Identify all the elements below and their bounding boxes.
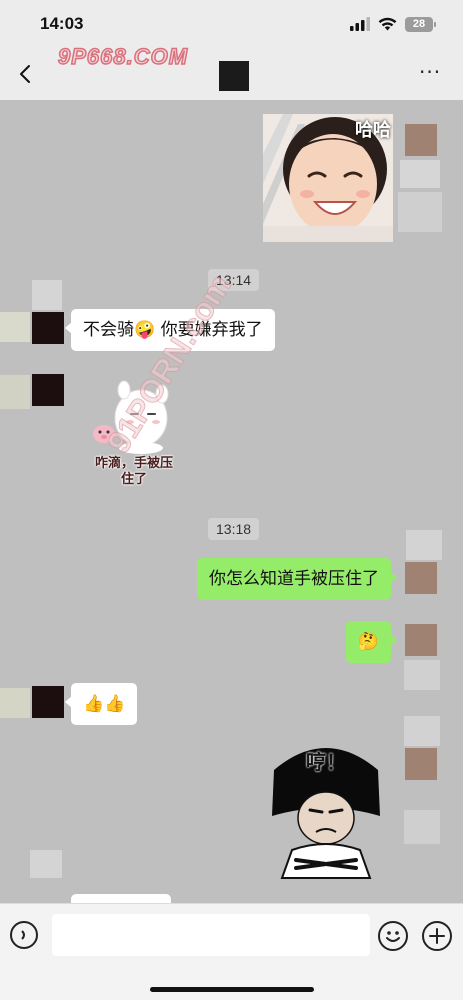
hum-sticker[interactable]: 哼！ (270, 740, 382, 880)
my-avatar[interactable] (405, 562, 437, 594)
avatar-blur (404, 660, 440, 690)
status-time: 14:03 (40, 14, 84, 33)
message-input[interactable] (52, 914, 370, 956)
message-bubble-incoming-partial[interactable] (71, 894, 171, 903)
signal-icon (350, 17, 370, 31)
timestamp: 13:18 (208, 518, 260, 540)
avatar-blur (404, 810, 440, 844)
battery-icon: 28 (405, 16, 436, 32)
home-indicator[interactable] (150, 987, 314, 992)
watermark-site: 9P668.COM (57, 43, 189, 70)
avatar-blur (0, 688, 30, 718)
bunny-sticker-caption: 咋滴，手被压住了 (94, 456, 173, 487)
message-bubble-outgoing[interactable]: 你怎么知道手被压住了 (197, 558, 397, 600)
voice-icon[interactable] (10, 921, 38, 949)
contact-avatar[interactable] (32, 312, 64, 344)
avatar-blur (30, 850, 62, 878)
chat-title-redacted[interactable] (219, 61, 249, 91)
photo-sticker-label: 哈哈 (355, 120, 391, 141)
avatar-blur (406, 530, 442, 560)
avatar-blur (0, 375, 30, 409)
chevron-left-icon[interactable] (14, 62, 38, 86)
status-icons: 28 (350, 16, 436, 32)
my-avatar[interactable] (405, 748, 437, 780)
message-bubble-outgoing[interactable]: 🤔 (345, 621, 398, 663)
contact-avatar[interactable] (32, 686, 64, 718)
message-bubble-incoming[interactable]: 👍👍 (64, 683, 138, 725)
plus-icon[interactable] (422, 921, 452, 951)
status-bar: 14:03 28 (0, 0, 463, 48)
avatar-blur (404, 716, 440, 746)
wifi-icon (378, 17, 397, 31)
avatar-blur (398, 192, 442, 232)
avatar-blur (400, 160, 440, 188)
avatar-blur (0, 312, 30, 342)
emoji-icon[interactable] (378, 921, 408, 951)
input-bar (0, 903, 463, 1000)
avatar-blur (32, 280, 62, 310)
contact-avatar[interactable] (32, 374, 64, 406)
my-avatar[interactable] (405, 124, 437, 156)
my-avatar[interactable] (405, 624, 437, 656)
more-options-button[interactable]: ··· (419, 62, 445, 86)
chat-area[interactable]: 哈哈 13:14 不会骑🤪 你要嫌弃我了 咋滴，手被压住了 13:18 你怎么知… (0, 100, 463, 903)
hum-sticker-label: 哼！ (306, 750, 346, 774)
